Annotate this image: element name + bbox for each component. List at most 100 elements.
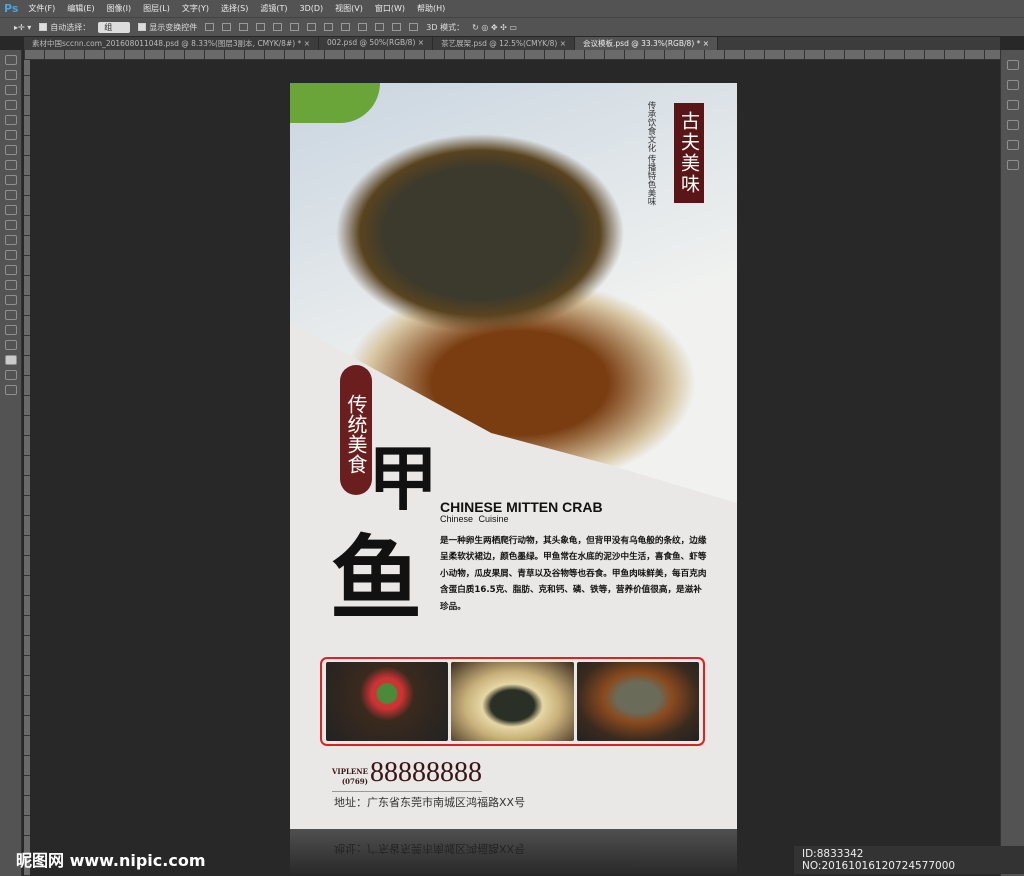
phone-number: 88888888	[369, 757, 482, 788]
menu-type[interactable]: 文字(Y)	[182, 3, 209, 14]
3d-rotate-icon[interactable]: ↻ ◎ ✥ ✣ ▭	[472, 23, 517, 32]
dish-gallery	[320, 657, 705, 746]
marquee-tool-icon[interactable]	[4, 70, 17, 80]
right-panel-dock	[1000, 50, 1024, 876]
tab-document-1[interactable]: 素材中国sccnn.com_201608011048.psd @ 8.33%(图…	[24, 37, 319, 50]
distribute-right-icon[interactable]	[392, 23, 402, 31]
quick-mask-icon[interactable]	[4, 370, 17, 380]
close-icon[interactable]: ×	[418, 38, 424, 47]
tagline-vertical: 传承饮食文化 传播特色美味	[646, 101, 656, 206]
horizontal-ruler[interactable]	[24, 50, 1000, 60]
options-bar: ▸✛ ▾ 自动选择： 组 显示变换控件 3D 模式： ↻ ◎ ✥ ✣ ▭	[0, 17, 1024, 36]
distribute-center-icon[interactable]	[375, 23, 385, 31]
path-select-icon[interactable]	[4, 295, 17, 305]
vip-text: VIPLENE	[332, 767, 368, 776]
menu-file[interactable]: 文件(F)	[28, 3, 55, 14]
history-panel-icon[interactable]	[1006, 60, 1019, 70]
menu-help[interactable]: 帮助(H)	[417, 3, 445, 14]
phone-block: VIPLENE (0769) 88888888	[332, 759, 482, 787]
brush-tool-icon[interactable]	[4, 160, 17, 170]
move-tool-icon[interactable]	[4, 55, 17, 65]
tab-label: 茶艺展架.psd @ 12.5%(CMYK/8)	[441, 39, 558, 48]
hand-tool-icon[interactable]	[4, 325, 17, 335]
tab-label: 会议模板.psd @ 33.3%(RGB/8) *	[583, 39, 701, 48]
adjust-panel-icon[interactable]	[1006, 100, 1019, 110]
image-id-label: ID:8833342 NO:20161016120724577000	[794, 846, 1024, 874]
quick-select-tool-icon[interactable]	[4, 100, 17, 110]
close-icon[interactable]: ×	[703, 39, 709, 48]
tab-document-4[interactable]: 会议模板.psd @ 33.3%(RGB/8) * ×	[575, 37, 719, 50]
dish-photo-3	[576, 662, 699, 741]
character-panel-icon[interactable]	[1006, 120, 1019, 130]
menu-image[interactable]: 图像(I)	[107, 3, 132, 14]
type-tool-icon[interactable]	[4, 280, 17, 290]
document-canvas[interactable]: 传承饮食文化 传播特色美味 古夫美味 传统美食 甲 鱼 CHINESE MITT…	[290, 83, 737, 829]
english-title: CHINESE MITTEN CRAB	[440, 499, 603, 515]
dodge-tool-icon[interactable]	[4, 250, 17, 260]
tab-document-2[interactable]: 002.psd @ 50%(RGB/8) ×	[319, 37, 434, 50]
paragraph-panel-icon[interactable]	[1006, 140, 1019, 150]
document-tabs: 素材中国sccnn.com_201608011048.psd @ 8.33%(图…	[24, 37, 1000, 50]
blur-tool-icon[interactable]	[4, 235, 17, 245]
vip-label: VIPLENE (0769)	[332, 767, 368, 787]
address: 地址：广东省东莞市南城区鸿福路XX号	[334, 796, 526, 809]
align-left-icon[interactable]	[256, 23, 266, 31]
screen-mode-icon[interactable]	[4, 385, 17, 395]
show-transform-label: 显示变换控件	[149, 22, 198, 32]
3d-panel-icon[interactable]	[1006, 160, 1019, 170]
reflected-address: 地址：广东省东莞市南城区鸿福路XX号	[334, 842, 526, 855]
lasso-tool-icon[interactable]	[4, 85, 17, 95]
auto-select-label: 自动选择：	[50, 22, 91, 32]
english-subtitle: Chinese Cuisine	[440, 514, 509, 524]
3d-mode-label: 3D 模式：	[426, 22, 465, 32]
move-tool-icon[interactable]: ▸✛ ▾	[14, 23, 31, 32]
menu-view[interactable]: 视图(V)	[335, 3, 363, 14]
show-transform-checkbox[interactable]: 显示变换控件	[138, 22, 197, 33]
crop-tool-icon[interactable]	[4, 115, 17, 125]
tab-label: 素材中国sccnn.com_201608011048.psd @ 8.33%(图…	[32, 39, 302, 48]
menu-filter[interactable]: 滤镜(T)	[260, 3, 287, 14]
menu-3d[interactable]: 3D(D)	[299, 4, 323, 13]
canvas-reflection: 地址：广东省东莞市南城区鸿福路XX号	[290, 829, 737, 876]
shape-tool-icon[interactable]	[4, 310, 17, 320]
align-right-icon[interactable]	[290, 23, 300, 31]
brush-panel-icon[interactable]	[1006, 80, 1019, 90]
close-icon[interactable]: ×	[560, 39, 566, 48]
menu-select[interactable]: 选择(S)	[221, 3, 248, 14]
nipic-watermark: 昵图网 www.nipic.com	[16, 851, 206, 870]
divider	[332, 791, 482, 792]
history-brush-icon[interactable]	[4, 190, 17, 200]
stamp-tool-icon[interactable]	[4, 175, 17, 185]
auto-select-dropdown[interactable]: 组	[98, 21, 131, 33]
align-middle-icon[interactable]	[222, 23, 232, 31]
eraser-tool-icon[interactable]	[4, 205, 17, 215]
tools-panel	[0, 50, 22, 876]
color-swatch-icon[interactable]	[4, 355, 17, 365]
auto-align-icon[interactable]	[409, 23, 419, 31]
zoom-tool-icon[interactable]	[4, 340, 17, 350]
bucket-tool-icon[interactable]	[4, 220, 17, 230]
title-char-2: 鱼	[330, 525, 423, 633]
distribute-left-icon[interactable]	[358, 23, 368, 31]
close-icon[interactable]: ×	[304, 39, 310, 48]
align-center-icon[interactable]	[273, 23, 283, 31]
dish-photo-1	[326, 662, 449, 741]
eyedropper-tool-icon[interactable]	[4, 130, 17, 140]
menu-edit[interactable]: 编辑(E)	[67, 3, 94, 14]
tag-label: 古夫美味	[674, 103, 704, 203]
vertical-ruler[interactable]	[24, 60, 30, 876]
dish-photo-2	[451, 662, 574, 741]
menu-layer[interactable]: 图层(L)	[143, 3, 170, 14]
menu-window[interactable]: 窗口(W)	[375, 3, 405, 14]
healing-tool-icon[interactable]	[4, 145, 17, 155]
menu-bar: Ps 文件(F) 编辑(E) 图像(I) 图层(L) 文字(Y) 选择(S) 滤…	[0, 0, 1024, 17]
distribute-top-icon[interactable]	[307, 23, 317, 31]
tab-label: 002.psd @ 50%(RGB/8)	[326, 38, 416, 47]
align-top-icon[interactable]	[205, 23, 215, 31]
distribute-bottom-icon[interactable]	[341, 23, 351, 31]
pen-tool-icon[interactable]	[4, 265, 17, 275]
distribute-middle-icon[interactable]	[324, 23, 334, 31]
tab-document-3[interactable]: 茶艺展架.psd @ 12.5%(CMYK/8) ×	[433, 37, 576, 50]
auto-select-checkbox[interactable]: 自动选择：	[39, 22, 90, 33]
align-bottom-icon[interactable]	[239, 23, 249, 31]
